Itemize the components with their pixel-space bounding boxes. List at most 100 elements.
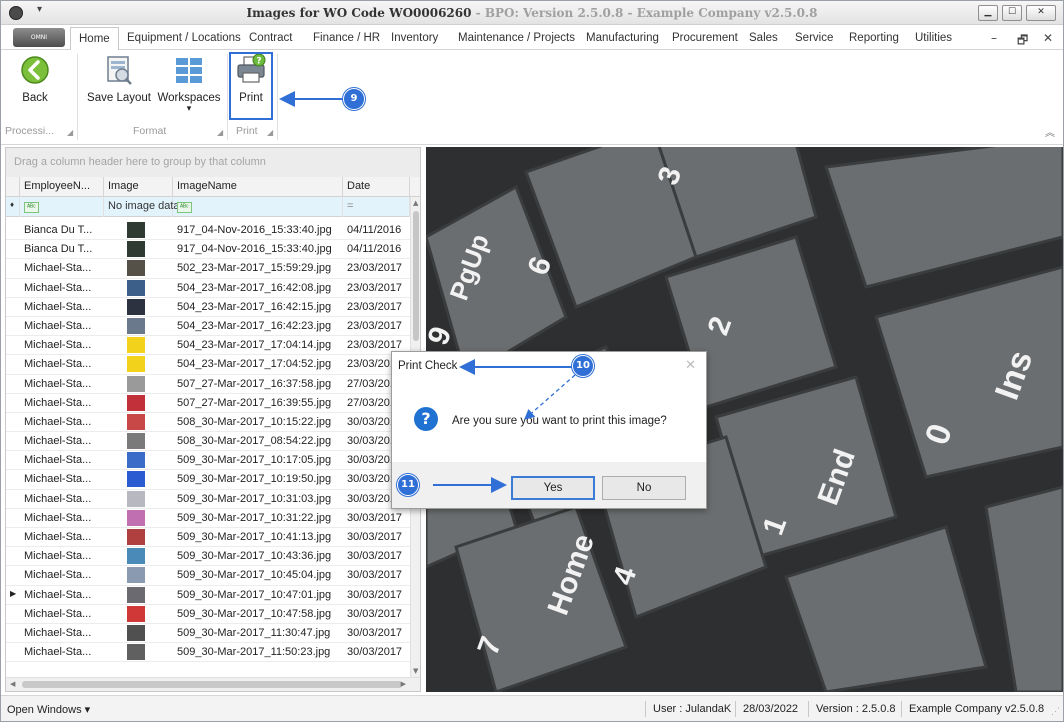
cell-imagename[interactable]: 508_30-Mar-2017_08:54:22.jpg [173, 432, 343, 451]
filter-imagename[interactable]: ᴬᴮᶜ [173, 197, 343, 217]
cell-employee[interactable]: Michael-Sta... [20, 279, 98, 298]
tab-utilities[interactable]: Utilities [915, 32, 952, 44]
cell-image[interactable] [98, 643, 173, 662]
table-row[interactable]: Michael-Sta... 509_30-Mar-2017_10:47:58.j… [6, 605, 410, 624]
dialog-close-icon[interactable]: ✕ [685, 358, 696, 373]
table-row[interactable]: Michael-Sta... 504_23-Mar-2017_17:04:52.j… [6, 355, 410, 375]
table-row[interactable]: Michael-Sta... 509_30-Mar-2017_10:43:36.j… [6, 547, 410, 567]
cell-imagename[interactable]: 504_23-Mar-2017_16:42:23.jpg [173, 317, 343, 336]
tab-manufacturing[interactable]: Manufacturing [586, 32, 659, 44]
table-row[interactable]: Michael-Sta... 509_30-Mar-2017_10:17:05.j… [6, 451, 410, 471]
cell-imagename[interactable]: 504_23-Mar-2017_16:42:15.jpg [173, 298, 343, 317]
table-row[interactable]: Michael-Sta... 509_30-Mar-2017_10:41:13.j… [6, 528, 410, 548]
cell-image[interactable] [98, 298, 173, 317]
cell-image[interactable] [98, 432, 173, 451]
cell-imagename[interactable]: 509_30-Mar-2017_11:50:23.jpg [173, 643, 343, 662]
tab-finance-hr[interactable]: Finance / HR [313, 32, 380, 44]
tab-contract[interactable]: Contract [249, 32, 292, 44]
cell-image[interactable] [98, 259, 173, 278]
cell-image[interactable] [98, 317, 173, 336]
cell-image[interactable] [98, 221, 173, 240]
cell-image[interactable] [98, 547, 173, 566]
cell-image[interactable] [98, 528, 173, 547]
cell-imagename[interactable]: 502_23-Mar-2017_15:59:29.jpg [173, 259, 343, 278]
cell-date[interactable]: 23/03/2017 [343, 259, 410, 278]
yes-button[interactable]: Yes [511, 476, 595, 500]
cell-employee[interactable]: Michael-Sta... [20, 470, 98, 489]
cell-employee[interactable]: Michael-Sta... [20, 528, 98, 547]
vertical-scroll-thumb[interactable] [413, 211, 419, 341]
filter-employee[interactable]: ᴬᴮᶜ [20, 197, 104, 217]
table-row[interactable]: Michael-Sta... 504_23-Mar-2017_16:42:15.j… [6, 298, 410, 317]
cell-image[interactable] [98, 240, 173, 259]
table-row[interactable]: ▶ Michael-Sta... 509_30-Mar-2017_10:47:01.… [6, 586, 410, 605]
cell-employee[interactable]: Michael-Sta... [20, 317, 98, 336]
cell-employee[interactable]: Michael-Sta... [20, 336, 98, 355]
cell-date[interactable]: 30/03/2017 [343, 566, 410, 585]
cell-imagename[interactable]: 917_04-Nov-2016_15:33:40.jpg [173, 240, 343, 259]
cell-employee[interactable]: Michael-Sta... [20, 566, 98, 585]
table-row[interactable]: Michael-Sta... 508_30-Mar-2017_10:15:22.j… [6, 413, 410, 433]
cell-employee[interactable]: Michael-Sta... [20, 490, 98, 509]
cell-employee[interactable]: Michael-Sta... [20, 547, 98, 566]
cell-image[interactable] [98, 279, 173, 298]
workspaces-button[interactable]: Workspaces ▾ [157, 54, 221, 113]
save-layout-button[interactable]: Save Layout [87, 54, 151, 104]
mdi-minimize-button[interactable]: – [991, 31, 997, 45]
cell-imagename[interactable]: 509_30-Mar-2017_10:41:13.jpg [173, 528, 343, 547]
table-row[interactable]: Michael-Sta... 509_30-Mar-2017_10:45:04.j… [6, 566, 410, 586]
minimize-button[interactable]: ▁ [978, 5, 998, 21]
cell-date[interactable]: 23/03/2017 [343, 317, 410, 336]
tab-procurement[interactable]: Procurement [672, 32, 738, 44]
filter-date[interactable]: = [343, 197, 410, 217]
cell-date[interactable]: 04/11/2016 [343, 240, 410, 259]
cell-imagename[interactable]: 507_27-Mar-2017_16:39:55.jpg [173, 394, 343, 413]
cell-imagename[interactable]: 509_30-Mar-2017_10:43:36.jpg [173, 547, 343, 566]
table-row[interactable]: Michael-Sta... 509_30-Mar-2017_10:31:03.j… [6, 490, 410, 509]
scroll-right-icon[interactable]: ▶ [401, 680, 406, 688]
cell-image[interactable] [98, 624, 173, 643]
filter-image[interactable]: No image data [104, 197, 180, 217]
cell-date[interactable]: 30/03/2017 [343, 643, 410, 662]
cell-image[interactable] [98, 509, 173, 528]
cell-image[interactable] [98, 336, 173, 355]
cell-employee[interactable]: Michael-Sta... [20, 394, 98, 413]
cell-imagename[interactable]: 509_30-Mar-2017_10:47:01.jpg [173, 586, 343, 605]
mdi-close-button[interactable]: ✕ [1043, 31, 1053, 45]
cell-imagename[interactable]: 504_23-Mar-2017_17:04:14.jpg [173, 336, 343, 355]
tab-home[interactable]: Home [70, 27, 119, 51]
cell-date[interactable]: 23/03/2017 [343, 298, 410, 317]
horizontal-scroll-thumb[interactable] [22, 681, 402, 688]
cell-employee[interactable]: Michael-Sta... [20, 586, 98, 605]
cell-date[interactable]: 23/03/2017 [343, 279, 410, 298]
cell-imagename[interactable]: 507_27-Mar-2017_16:37:58.jpg [173, 375, 343, 394]
cell-employee[interactable]: Michael-Sta... [20, 605, 98, 624]
cell-image[interactable] [98, 470, 173, 489]
cell-employee[interactable]: Michael-Sta... [20, 375, 98, 394]
cell-date[interactable]: 30/03/2017 [343, 509, 410, 528]
cell-image[interactable] [98, 375, 173, 394]
table-row[interactable]: Michael-Sta... 509_30-Mar-2017_11:30:47.j… [6, 624, 410, 644]
table-row[interactable]: Michael-Sta... 504_23-Mar-2017_17:04:14.j… [6, 336, 410, 356]
cell-imagename[interactable]: 504_23-Mar-2017_17:04:52.jpg [173, 355, 343, 374]
table-row[interactable]: Michael-Sta... 504_23-Mar-2017_16:42:08.j… [6, 279, 410, 298]
cell-employee[interactable]: Michael-Sta... [20, 355, 98, 374]
table-row[interactable]: Michael-Sta... 509_30-Mar-2017_10:19:50.j… [6, 470, 410, 490]
table-row[interactable]: Michael-Sta... 507_27-Mar-2017_16:39:55.j… [6, 394, 410, 413]
column-header-image[interactable]: Image [104, 177, 173, 197]
table-row[interactable]: Bianca Du T... 917_04-Nov-2016_15:33:40.j… [6, 240, 410, 260]
cell-image[interactable] [98, 355, 173, 374]
tab-equipment-locations[interactable]: Equipment / Locations [127, 32, 241, 44]
column-header-date[interactable]: Date [343, 177, 410, 197]
cell-image[interactable] [98, 566, 173, 585]
cell-image[interactable] [98, 413, 173, 432]
tab-inventory[interactable]: Inventory [391, 32, 438, 44]
table-row[interactable]: Michael-Sta... 507_27-Mar-2017_16:37:58.j… [6, 375, 410, 394]
table-row[interactable]: Michael-Sta... 509_30-Mar-2017_11:50:23.j… [6, 643, 410, 663]
cell-employee[interactable]: Michael-Sta... [20, 451, 98, 470]
cell-image[interactable] [98, 605, 173, 624]
cell-image[interactable] [98, 490, 173, 509]
group-panel[interactable]: Drag a column header here to group by th… [6, 148, 420, 177]
tab-sales[interactable]: Sales [749, 32, 778, 44]
cell-imagename[interactable]: 509_30-Mar-2017_10:31:22.jpg [173, 509, 343, 528]
